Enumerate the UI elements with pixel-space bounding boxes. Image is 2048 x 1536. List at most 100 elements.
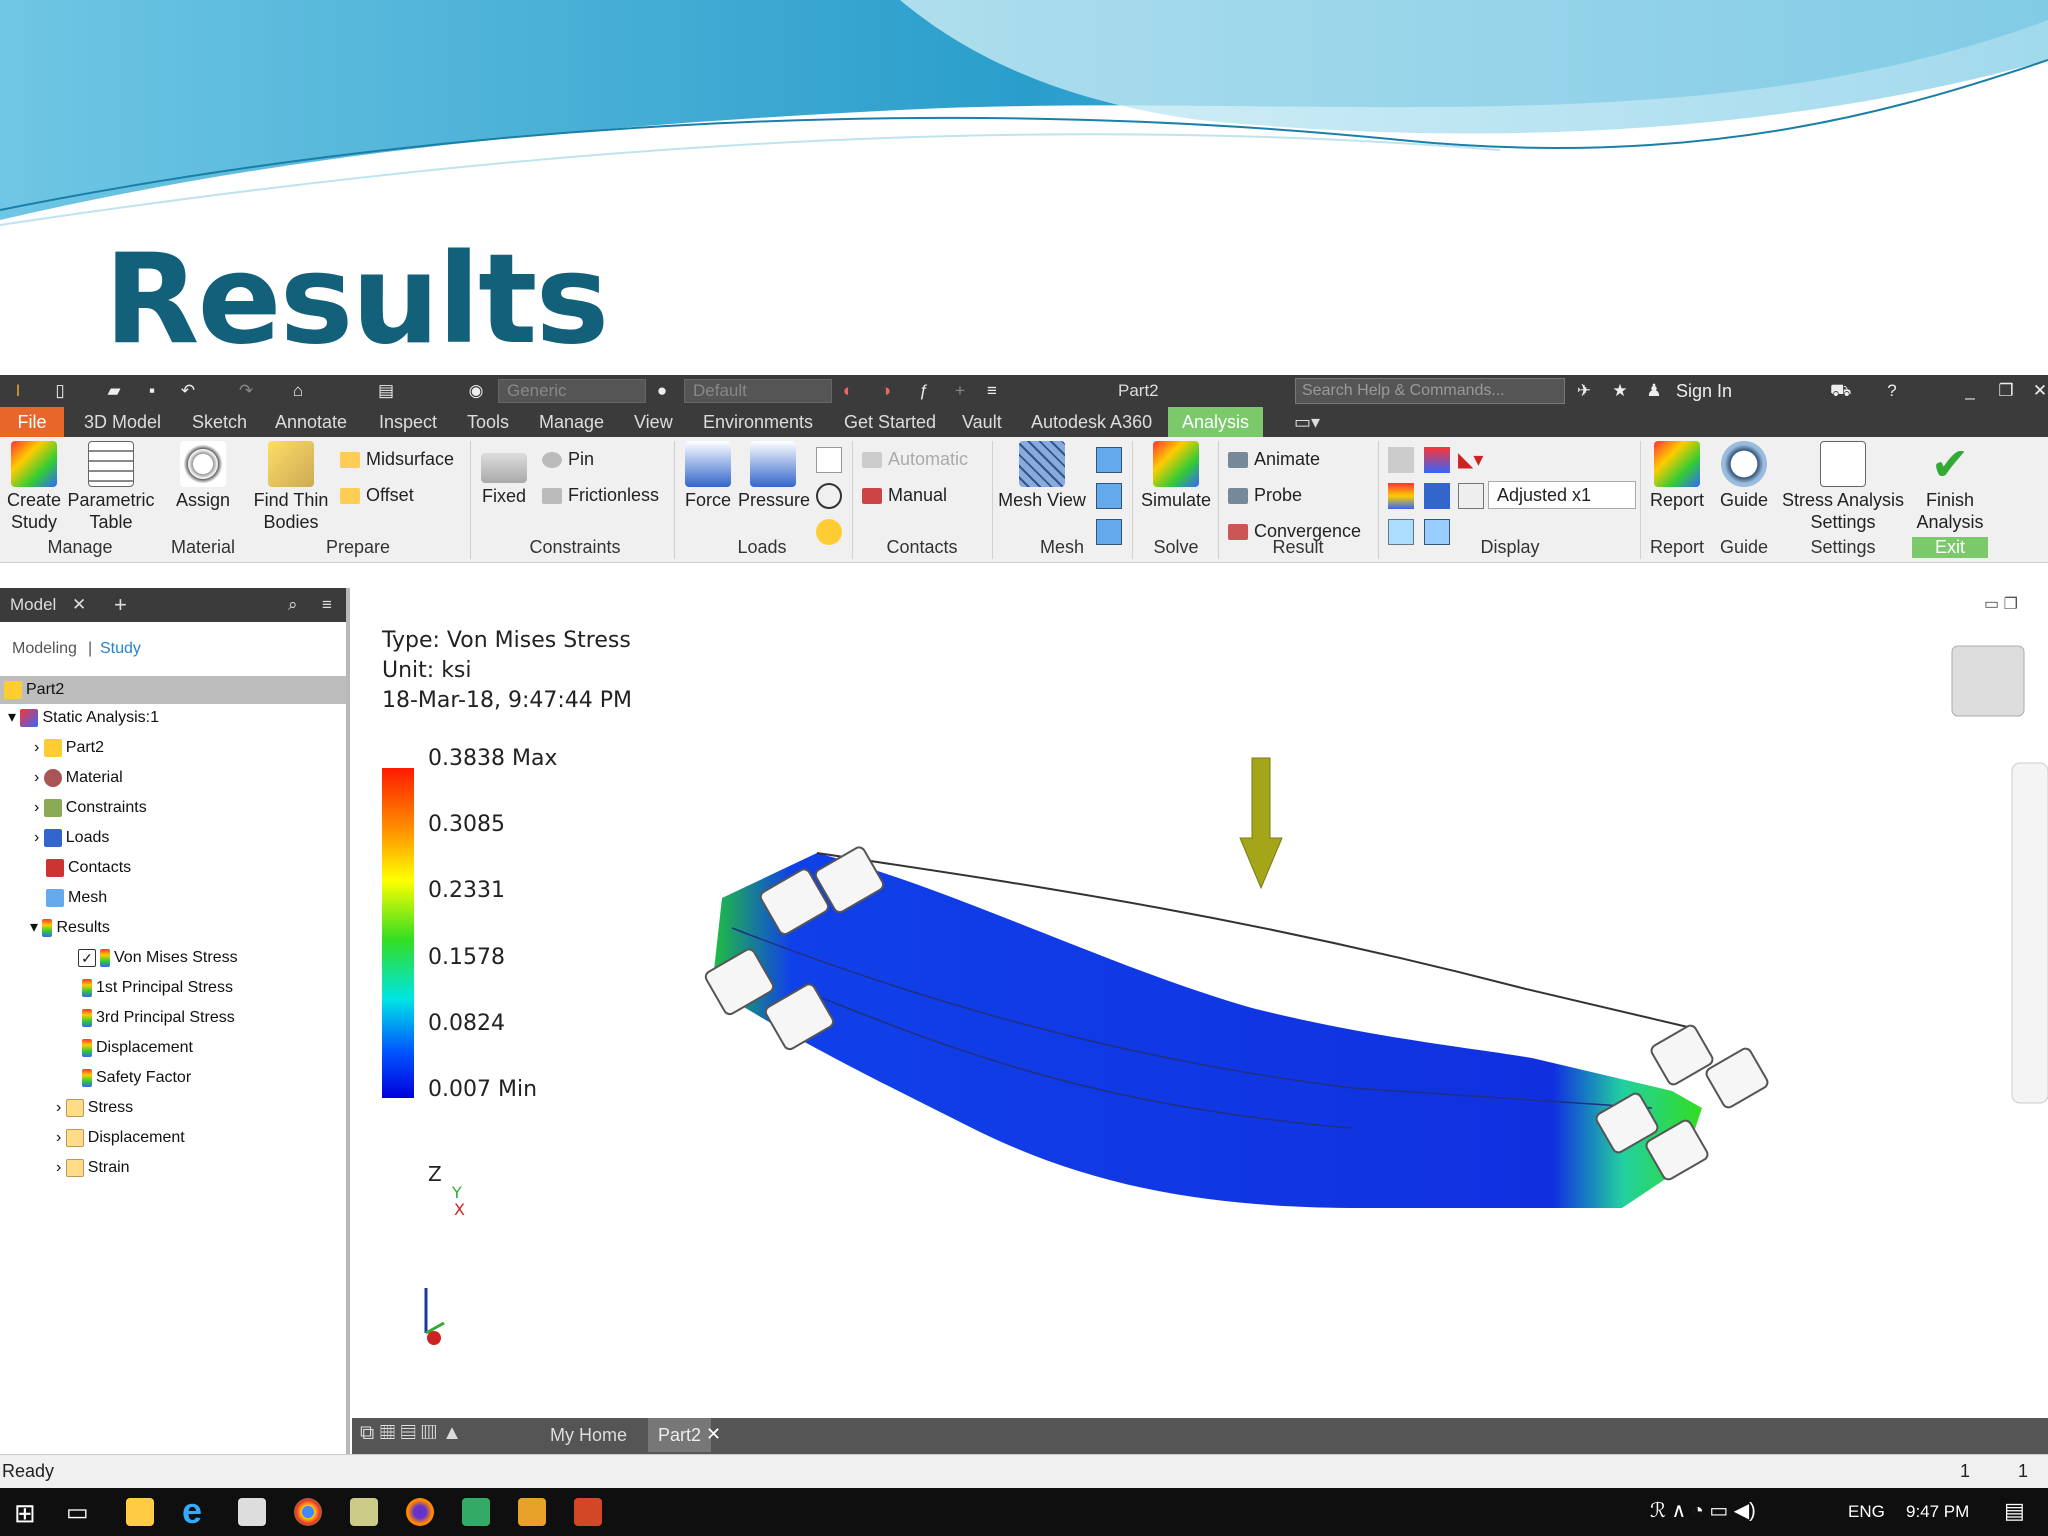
max-min-icon[interactable] [1424, 519, 1450, 545]
contour-shading-icon[interactable] [1424, 483, 1450, 509]
assign-button[interactable]: Assign [168, 437, 238, 511]
manual-contacts-button[interactable]: Manual [862, 483, 947, 507]
displacement-scale-combo[interactable]: Adjusted x1 [1488, 481, 1636, 509]
app-logo-icon[interactable]: I [8, 381, 28, 401]
tree-node-results[interactable]: ▾ Results [30, 917, 110, 939]
tab-file[interactable]: File [0, 407, 64, 437]
color-bar-icon[interactable] [1424, 447, 1450, 473]
tree-node-contacts[interactable]: Contacts [46, 857, 131, 879]
moment-icon[interactable] [816, 483, 842, 509]
browser-add-icon[interactable]: + [114, 588, 127, 622]
sketch-app-icon[interactable] [462, 1498, 490, 1526]
tree-node-von-mises[interactable]: ✓ Von Mises Stress [78, 947, 238, 969]
material-combo[interactable]: Generic [498, 379, 646, 403]
star-icon[interactable]: ★ [1610, 381, 1630, 401]
adjust-icon[interactable]: ◐ [838, 381, 858, 401]
probe-button[interactable]: Probe [1228, 483, 1302, 507]
animate-button[interactable]: Animate [1228, 447, 1320, 471]
gravity-icon[interactable] [816, 519, 842, 545]
finish-analysis-button[interactable]: ✔ Finish Analysis [1910, 437, 1990, 533]
tab-vault[interactable]: Vault [962, 411, 1002, 433]
no-shading-icon[interactable] [1458, 483, 1484, 509]
tab-close-icon[interactable]: ✕ [706, 1424, 721, 1445]
study-link[interactable]: Study [100, 638, 141, 660]
midsurface-button[interactable]: Midsurface [340, 447, 454, 471]
force-button[interactable]: Force [680, 437, 736, 511]
tile-windows-icon[interactable]: ⧉ ▦ ▤ ▥ ▲ [360, 1422, 462, 1445]
store-icon[interactable] [238, 1498, 266, 1526]
new-icon[interactable]: ▯ [50, 381, 70, 401]
language-indicator[interactable]: ENG [1848, 1502, 1885, 1522]
browser-tab-model[interactable]: Model [10, 588, 56, 622]
home-icon[interactable]: ⌂ [288, 381, 308, 401]
tab-manage[interactable]: Manage [539, 411, 604, 433]
tree-node-part2-root[interactable]: Part2 [0, 676, 346, 704]
chrome-icon[interactable] [294, 1498, 322, 1526]
offset-button[interactable]: Offset [340, 483, 414, 507]
tree-node-stress-folder[interactable]: › Stress [56, 1097, 133, 1119]
task-view-icon[interactable]: ▭ [66, 1498, 89, 1527]
same-scale-icon[interactable] [1388, 447, 1414, 473]
powerpoint-icon[interactable] [574, 1498, 602, 1526]
tab-tools[interactable]: Tools [467, 411, 509, 433]
tree-node-displacement-folder[interactable]: › Displacement [56, 1127, 185, 1149]
tab-part2[interactable]: Part2 [648, 1418, 712, 1452]
pressure-button[interactable]: Pressure [738, 437, 810, 511]
tab-get-started[interactable]: Get Started [844, 411, 936, 433]
local-mesh-icon[interactable] [1096, 483, 1122, 509]
tree-node-part2[interactable]: › Part2 [34, 737, 104, 759]
probe-labels-icon[interactable]: ◣▾ [1458, 447, 1498, 473]
save-icon[interactable]: ▪ [142, 381, 162, 401]
mesh-view-button[interactable]: Mesh View [996, 437, 1088, 511]
clear-icon[interactable]: ◑ [876, 381, 896, 401]
tree-node-static-analysis[interactable]: ▾ Static Analysis:1 [8, 707, 159, 729]
tab-view[interactable]: View [634, 411, 673, 433]
start-icon[interactable]: ⊞ [14, 1498, 36, 1529]
create-study-button[interactable]: Create Study [4, 437, 64, 533]
stress-analysis-settings-button[interactable]: Stress Analysis Settings [1778, 437, 1908, 533]
clock[interactable]: 9:47 PM [1906, 1502, 1969, 1522]
tree-node-loads[interactable]: › Loads [34, 827, 109, 849]
cart-icon[interactable]: ⛟ [1830, 381, 1851, 401]
notifications-icon[interactable]: ▤ [2004, 1498, 2025, 1524]
fixed-button[interactable]: Fixed [476, 437, 532, 507]
edge-icon[interactable]: e [182, 1490, 202, 1532]
tab-3d-model[interactable]: 3D Model [84, 411, 161, 433]
graphics-viewport[interactable]: ▭ ❐ Type: Von Mises Stress Unit: ksi 18-… [352, 588, 2048, 1460]
tree-node-displacement-result[interactable]: Displacement [82, 1037, 193, 1059]
tree-node-safety-factor[interactable]: Safety Factor [82, 1067, 191, 1089]
bearing-load-icon[interactable] [816, 447, 842, 473]
update-icon[interactable]: ▤ [376, 381, 396, 401]
inventor-taskbar-icon[interactable] [518, 1498, 546, 1526]
sign-in-button[interactable]: Sign In [1676, 381, 1732, 402]
force-arrow-icon[interactable] [1239, 757, 1283, 890]
minimize-icon[interactable]: _ [1960, 381, 1980, 401]
tree-node-constraints[interactable]: › Constraints [34, 797, 147, 819]
tree-node-1st-principal[interactable]: 1st Principal Stress [82, 977, 233, 999]
tab-analysis[interactable]: Analysis [1168, 407, 1264, 437]
fx-icon[interactable]: ƒ [914, 381, 934, 401]
tree-node-strain-folder[interactable]: › Strain [56, 1157, 130, 1179]
pin-button[interactable]: Pin [542, 447, 594, 471]
parametric-table-button[interactable]: Parametric Table [66, 437, 156, 533]
tab-autodesk-a360[interactable]: Autodesk A360 [1031, 411, 1152, 433]
search-input[interactable]: Search Help & Commands... [1295, 378, 1565, 404]
tree-node-3rd-principal[interactable]: 3rd Principal Stress [82, 1007, 235, 1029]
help-icon[interactable]: ? [1882, 381, 1902, 401]
restore-icon[interactable]: ❐ [1996, 381, 2016, 401]
automatic-contacts-button[interactable]: Automatic [862, 447, 968, 471]
redo-icon[interactable]: ↷ [236, 381, 256, 401]
close-icon[interactable]: ✕ [2030, 381, 2048, 401]
tab-environments[interactable]: Environments [703, 411, 813, 433]
tab-sketch[interactable]: Sketch [192, 411, 247, 433]
appearance-combo[interactable]: Default [684, 379, 832, 403]
frictionless-button[interactable]: Frictionless [542, 483, 659, 507]
checkbox-checked-icon[interactable]: ✓ [78, 948, 96, 967]
plus-icon[interactable]: + [950, 381, 970, 401]
smooth-shading-icon[interactable] [1388, 483, 1414, 509]
group-loads[interactable]: Loads [722, 537, 802, 558]
open-icon[interactable]: ▰ [104, 381, 124, 401]
browser-close-icon[interactable]: ✕ [72, 588, 86, 622]
tree-node-mesh[interactable]: Mesh [46, 887, 107, 909]
find-thin-bodies-button[interactable]: Find Thin Bodies [246, 437, 336, 533]
